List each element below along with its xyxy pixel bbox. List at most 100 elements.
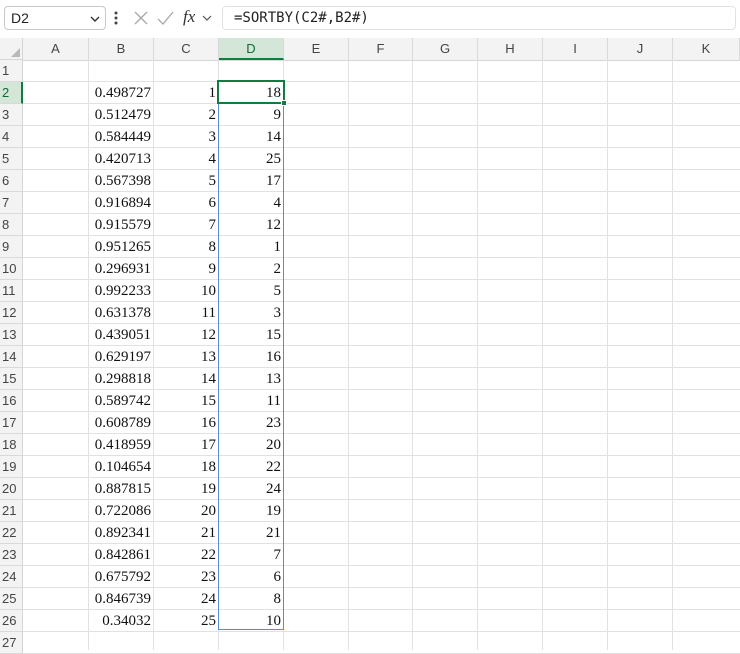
row-header-17[interactable]: 17 xyxy=(0,412,23,434)
cell-b13[interactable]: 0.439051 xyxy=(89,324,154,346)
cell-d22[interactable]: 21 xyxy=(219,522,284,544)
column-header-c[interactable]: C xyxy=(154,38,219,60)
column-header-j[interactable]: J xyxy=(608,38,673,60)
cell-b17[interactable]: 0.608789 xyxy=(89,412,154,434)
cancel-icon[interactable] xyxy=(130,6,152,30)
cell-d26[interactable]: 10 xyxy=(219,610,284,632)
cell-c15[interactable]: 14 xyxy=(154,368,219,390)
cell-c10[interactable]: 9 xyxy=(154,258,219,280)
cell-d2[interactable]: 18 xyxy=(219,82,284,104)
enter-icon[interactable] xyxy=(154,6,176,30)
cell-c8[interactable]: 7 xyxy=(154,214,219,236)
cell-d10[interactable]: 2 xyxy=(219,258,284,280)
cell-b25[interactable]: 0.846739 xyxy=(89,588,154,610)
cell-d14[interactable]: 16 xyxy=(219,346,284,368)
cell-b20[interactable]: 0.887815 xyxy=(89,478,154,500)
cell-c11[interactable]: 10 xyxy=(154,280,219,302)
cell-d16[interactable]: 11 xyxy=(219,390,284,412)
row-header-18[interactable]: 18 xyxy=(0,434,23,456)
cell-c24[interactable]: 23 xyxy=(154,566,219,588)
cell-c9[interactable]: 8 xyxy=(154,236,219,258)
row-header-14[interactable]: 14 xyxy=(0,346,23,368)
cell-b21[interactable]: 0.722086 xyxy=(89,500,154,522)
cell-c12[interactable]: 11 xyxy=(154,302,219,324)
row-header-20[interactable]: 20 xyxy=(0,478,23,500)
cell-b18[interactable]: 0.418959 xyxy=(89,434,154,456)
row-header-3[interactable]: 3 xyxy=(0,104,23,126)
row-header-19[interactable]: 19 xyxy=(0,456,23,478)
cell-b22[interactable]: 0.892341 xyxy=(89,522,154,544)
cell-c13[interactable]: 12 xyxy=(154,324,219,346)
cell-d9[interactable]: 1 xyxy=(219,236,284,258)
column-header-b[interactable]: B xyxy=(89,38,154,60)
row-header-5[interactable]: 5 xyxy=(0,148,23,170)
cell-b26[interactable]: 0.34032 xyxy=(89,610,154,632)
insert-function-button[interactable]: fx xyxy=(180,6,216,30)
row-header-6[interactable]: 6 xyxy=(0,170,23,192)
cell-c26[interactable]: 25 xyxy=(154,610,219,632)
cell-b5[interactable]: 0.420713 xyxy=(89,148,154,170)
cell-c22[interactable]: 21 xyxy=(154,522,219,544)
cell-d11[interactable]: 5 xyxy=(219,280,284,302)
column-header-e[interactable]: E xyxy=(284,38,349,60)
row-header-9[interactable]: 9 xyxy=(0,236,23,258)
row-header-26[interactable]: 26 xyxy=(0,610,23,632)
cell-d6[interactable]: 17 xyxy=(219,170,284,192)
cell-d15[interactable]: 13 xyxy=(219,368,284,390)
row-header-2[interactable]: 2 xyxy=(0,82,23,104)
cell-b8[interactable]: 0.915579 xyxy=(89,214,154,236)
cell-b4[interactable]: 0.584449 xyxy=(89,126,154,148)
cell-d3[interactable]: 9 xyxy=(219,104,284,126)
cell-b9[interactable]: 0.951265 xyxy=(89,236,154,258)
select-all-button[interactable] xyxy=(0,38,23,60)
cell-d12[interactable]: 3 xyxy=(219,302,284,324)
cell-d17[interactable]: 23 xyxy=(219,412,284,434)
cell-b14[interactable]: 0.629197 xyxy=(89,346,154,368)
row-header-12[interactable]: 12 xyxy=(0,302,23,324)
row-header-27[interactable]: 27 xyxy=(0,632,23,654)
cell-c14[interactable]: 13 xyxy=(154,346,219,368)
cell-b16[interactable]: 0.589742 xyxy=(89,390,154,412)
more-options-icon[interactable] xyxy=(112,9,120,27)
cell-d7[interactable]: 4 xyxy=(219,192,284,214)
cell-c3[interactable]: 2 xyxy=(154,104,219,126)
column-header-f[interactable]: F xyxy=(349,38,413,60)
cell-c2[interactable]: 1 xyxy=(154,82,219,104)
cell-c7[interactable]: 6 xyxy=(154,192,219,214)
row-header-22[interactable]: 22 xyxy=(0,522,23,544)
chevron-down-icon[interactable] xyxy=(88,12,102,26)
cell-b19[interactable]: 0.104654 xyxy=(89,456,154,478)
row-header-10[interactable]: 10 xyxy=(0,258,23,280)
column-header-i[interactable]: I xyxy=(543,38,608,60)
formula-input[interactable]: =SORTBY(C2#,B2#) xyxy=(222,6,736,30)
cell-c25[interactable]: 24 xyxy=(154,588,219,610)
column-header-d[interactable]: D xyxy=(219,38,284,60)
cell-d8[interactable]: 12 xyxy=(219,214,284,236)
cell-d21[interactable]: 19 xyxy=(219,500,284,522)
row-header-16[interactable]: 16 xyxy=(0,390,23,412)
cell-d5[interactable]: 25 xyxy=(219,148,284,170)
row-header-8[interactable]: 8 xyxy=(0,214,23,236)
cell-d20[interactable]: 24 xyxy=(219,478,284,500)
cell-c5[interactable]: 4 xyxy=(154,148,219,170)
cell-c18[interactable]: 17 xyxy=(154,434,219,456)
cell-c23[interactable]: 22 xyxy=(154,544,219,566)
cell-c17[interactable]: 16 xyxy=(154,412,219,434)
cell-b6[interactable]: 0.567398 xyxy=(89,170,154,192)
cell-b7[interactable]: 0.916894 xyxy=(89,192,154,214)
cell-b24[interactable]: 0.675792 xyxy=(89,566,154,588)
cell-c21[interactable]: 20 xyxy=(154,500,219,522)
cell-d19[interactable]: 22 xyxy=(219,456,284,478)
cell-d23[interactable]: 7 xyxy=(219,544,284,566)
cell-d4[interactable]: 14 xyxy=(219,126,284,148)
cell-b10[interactable]: 0.296931 xyxy=(89,258,154,280)
row-header-4[interactable]: 4 xyxy=(0,126,23,148)
cell-b23[interactable]: 0.842861 xyxy=(89,544,154,566)
cell-d13[interactable]: 15 xyxy=(219,324,284,346)
row-header-21[interactable]: 21 xyxy=(0,500,23,522)
row-header-25[interactable]: 25 xyxy=(0,588,23,610)
cell-c20[interactable]: 19 xyxy=(154,478,219,500)
cell-c19[interactable]: 18 xyxy=(154,456,219,478)
cell-d25[interactable]: 8 xyxy=(219,588,284,610)
fill-handle[interactable] xyxy=(281,100,287,106)
